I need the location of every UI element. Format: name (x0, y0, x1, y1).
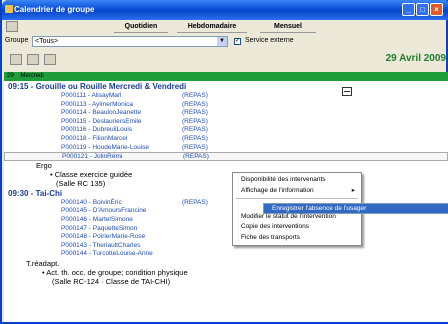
view-toolbar: Quotidien Hebdomadaire Mensuel (2, 20, 446, 34)
meal-tag: (REPAS) (182, 198, 208, 206)
participant-name: P000148 - PoirierMarie-Rose (61, 233, 146, 241)
menu-item-availability[interactable]: Disponibilité des intervenants (233, 175, 361, 186)
menu-item-copy-interventions[interactable]: Copie des interventions (233, 222, 361, 233)
list-icon[interactable] (44, 54, 56, 65)
staff-label: Ergo (36, 160, 52, 170)
menu-item-modify-status[interactable]: Modifier le statut de l'intervention (233, 212, 361, 223)
participant-row[interactable]: P000146 - MartelSimone (4, 216, 448, 225)
participant-name: P000119 - HoudeMarie-Louise (61, 143, 150, 151)
meal-tag: (REPAS) (183, 153, 209, 161)
participant-row[interactable]: P000147 - PaquetteSimon (4, 225, 448, 234)
group-select[interactable]: <Tous> ▼ (32, 36, 228, 47)
activity-note: • Classe exercice guidée (50, 169, 133, 179)
participant-name: P000116 - DubreuilLouis (61, 126, 133, 134)
participant-row[interactable]: P000148 - PoirierMarie-Rose (4, 233, 448, 242)
participant-row[interactable]: P000119 - HoudeMarie-Louise (REPAS) (4, 144, 448, 153)
maximize-button[interactable]: □ (416, 3, 429, 16)
schedule-area[interactable]: 29 Mercredi 09:15 - Grouille ou Rouille … (4, 72, 448, 322)
action-toolbar (2, 48, 446, 72)
participant-row[interactable]: P000114 - BeaulonJeanette (REPAS) (4, 109, 448, 118)
room-note: (Salle RC-124 · Classe de TAI-CHI) (52, 276, 171, 286)
tab-monthly[interactable]: Mensuel (260, 22, 316, 33)
title-bar: Calendrier de groupe _ □ × (2, 0, 448, 20)
participant-name: P000143 - TheriaultCharles (61, 241, 141, 249)
participant-row[interactable]: P000116 - DubreuilLouis (REPAS) (4, 126, 448, 135)
participant-list: P000111 - AlisayMarl (REPAS) P000113 - Ay… (4, 92, 448, 161)
day-number: 29 (7, 73, 14, 79)
grid-icon[interactable] (27, 54, 39, 65)
participant-row[interactable]: P000143 - TheriaultCharles (4, 242, 448, 251)
tab-weekly[interactable]: Hebdomadaire (177, 22, 247, 33)
meal-tag: (REPAS) (182, 92, 208, 99)
window-title: Calendrier de groupe (14, 5, 95, 14)
submenu-arrow-icon: ▸ (351, 186, 355, 194)
group-label: Groupe (5, 37, 29, 44)
context-menu: Disponibilité des intervenants Affichage… (232, 172, 448, 246)
menu-separator (236, 198, 358, 199)
calendar-icon[interactable] (6, 21, 18, 32)
participant-row[interactable]: P000113 - AylmerMonica (REPAS) (4, 101, 448, 110)
day-header: 29 Mercredi (4, 72, 448, 81)
participant-name: P000115 - DeslauriersEmile (61, 117, 142, 125)
activity-note: • Act. th. occ. de groupe; condition phy… (42, 267, 188, 277)
day-name: Mercredi (20, 73, 44, 79)
menu-item-transport-sheet[interactable]: Fiche des transports (233, 233, 361, 244)
staff-label: T.réadapt. (26, 258, 60, 268)
session-time[interactable]: 09:15 - Grouille ou Rouille Mercredi & V… (4, 81, 448, 92)
current-date: 29 Avril 2009 (385, 53, 446, 64)
participant-row[interactable]: P000118 - FilionMarcel (REPAS) (4, 135, 448, 144)
participant-row[interactable]: P000111 - AlisayMarl (REPAS) (4, 92, 448, 101)
participant-name: P000146 - MartelSimone (61, 215, 133, 223)
meal-tag: (REPAS) (182, 117, 208, 125)
menu-item-label: Affichage de l'information (241, 186, 314, 194)
meal-tag: (REPAS) (182, 134, 208, 142)
collapse-icon[interactable] (342, 87, 352, 96)
app-icon (5, 5, 13, 13)
room-note: (Salle RC 135) (56, 178, 106, 188)
service-checkbox[interactable]: ✓ (234, 38, 241, 45)
participant-row[interactable]: P000115 - DeslauriersEmile (REPAS) (4, 118, 448, 127)
group-select-value: <Tous> (35, 38, 58, 45)
participant-name: P000114 - BeaulonJeanette (61, 109, 142, 117)
chevron-down-icon[interactable]: ▼ (217, 37, 227, 46)
minimize-button[interactable]: _ (402, 3, 415, 16)
meal-tag: (REPAS) (182, 109, 208, 117)
meal-tag: (REPAS) (182, 126, 208, 134)
participant-name: P000118 - FilionMarcel (61, 134, 128, 142)
print-icon[interactable] (10, 54, 22, 65)
participant-name: P000113 - AylmerMonica (61, 100, 134, 108)
app-window: Calendrier de groupe _ □ × Quotidien Heb… (0, 0, 448, 324)
meal-tag: (REPAS) (182, 143, 208, 151)
participant-row-selected[interactable]: P000121 - JolinRémi (REPAS) (4, 152, 448, 161)
close-button[interactable]: × (430, 3, 443, 16)
participant-name: P000140 - BoivinÉric (61, 198, 122, 206)
participant-name: P000145 - D'AmoursFrancine (61, 207, 147, 215)
participant-row[interactable]: P000144 - TurcotteLouise-Anne (4, 250, 448, 259)
tab-daily[interactable]: Quotidien (114, 22, 168, 33)
participant-name: P000121 - JolinRémi (62, 153, 123, 161)
participant-name: P000147 - PaquetteSimon (61, 224, 138, 232)
participant-name: P000111 - AlisayMarl (61, 92, 122, 99)
menu-item-display-info[interactable]: Affichage de l'information ▸ (233, 186, 361, 197)
meal-tag: (REPAS) (182, 100, 208, 108)
filter-bar: Groupe <Tous> ▼ ✓ Service externe (2, 34, 446, 48)
session-time[interactable]: 09:30 - Tai-Chi (4, 188, 448, 199)
participant-name: P000144 - TurcotteLouise-Anne (61, 250, 153, 258)
service-label: Service externe (245, 37, 294, 44)
